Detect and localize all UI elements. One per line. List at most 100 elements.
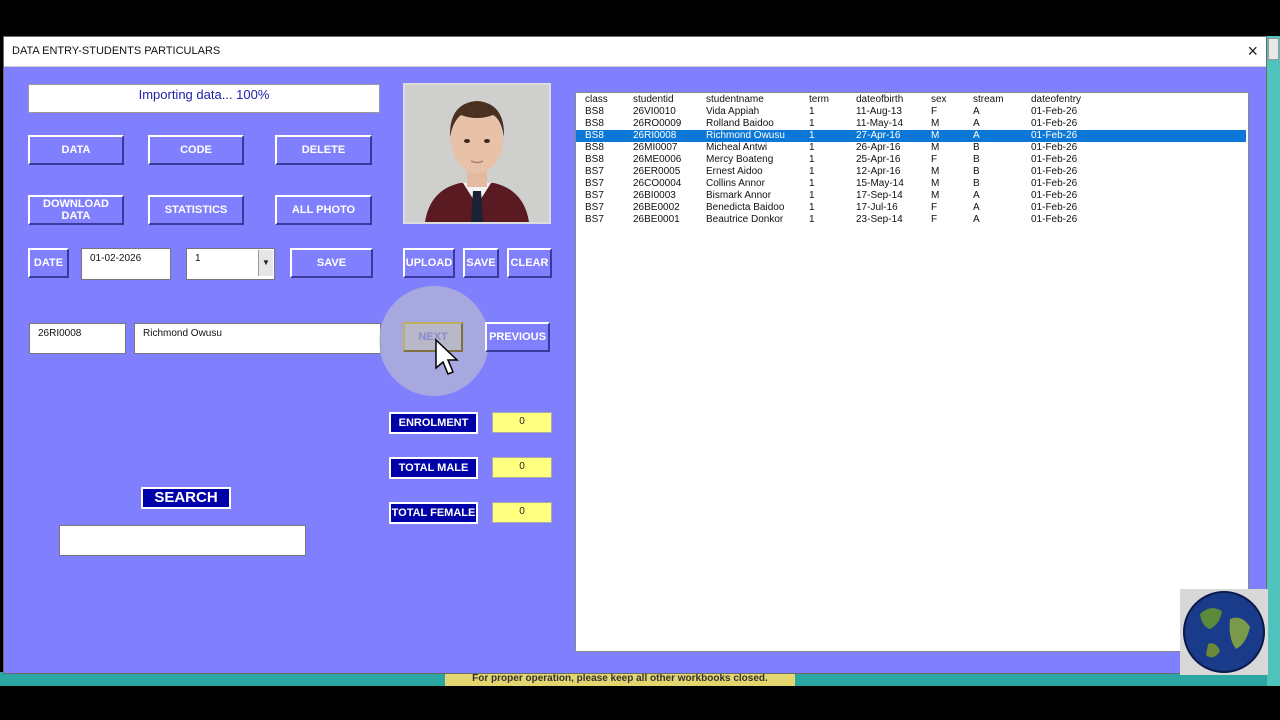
window-title: DATA ENTRY-STUDENTS PARTICULARS: [12, 45, 221, 57]
table-cell: 17-Sep-14: [856, 190, 903, 201]
table-cell: F: [931, 214, 938, 225]
students-listbox[interactable]: class studentid studentname term dateofb…: [575, 92, 1249, 652]
student-name-field[interactable]: Richmond Owusu: [134, 323, 381, 354]
table-row[interactable]: BS7 26BE0001 Beautrice Donkor 1 23-Sep-14 F A 0…: [576, 214, 1246, 226]
table-cell: 17-Jul-16: [856, 202, 898, 213]
table-row[interactable]: BS8 26VI0010 Vida Appiah 1 11-Aug-13 F A 01-Feb…: [576, 106, 1246, 118]
student-id-field[interactable]: 26RI0008: [29, 323, 126, 354]
portrait-image: [405, 85, 549, 222]
close-icon[interactable]: ×: [1247, 41, 1258, 61]
header-dateofentry: dateofentry: [1031, 94, 1082, 105]
table-cell: BS8: [585, 142, 604, 153]
table-cell: 01-Feb-26: [1031, 190, 1078, 201]
table-cell: Micheal Antwi: [706, 142, 768, 153]
table-cell: 1: [809, 178, 815, 189]
table-cell: 01-Feb-26: [1031, 166, 1078, 177]
chevron-down-icon[interactable]: ▼: [258, 250, 273, 276]
code-button[interactable]: CODE: [148, 135, 244, 165]
table-cell: Benedicta Baidoo: [706, 202, 785, 213]
header-dateofbirth: dateofbirth: [856, 94, 904, 105]
header-sex: sex: [931, 94, 947, 105]
table-cell: 01-Feb-26: [1031, 106, 1078, 117]
enrolment-label: ENROLMENT: [389, 412, 478, 434]
header-studentname: studentname: [706, 94, 764, 105]
previous-button[interactable]: PREVIOUS: [485, 322, 550, 352]
table-cell: Ernest Aidoo: [706, 166, 763, 177]
table-cell: 15-May-14: [856, 178, 904, 189]
table-cell: 01-Feb-26: [1031, 142, 1078, 153]
userform-window: DATA ENTRY-STUDENTS PARTICULARS × Import…: [3, 36, 1268, 675]
table-cell: 1: [809, 106, 815, 117]
worksheet-scrollbar[interactable]: [1267, 36, 1280, 686]
table-cell: BS8: [585, 118, 604, 129]
table-cell: Collins Annor: [706, 178, 765, 189]
table-row[interactable]: BS7 26CO0004 Collins Annor 1 15-May-14 M B 01-F…: [576, 178, 1246, 190]
table-cell: B: [973, 142, 980, 153]
save-button[interactable]: SAVE: [290, 248, 373, 278]
table-cell: 1: [809, 214, 815, 225]
term-value: 1: [195, 253, 201, 264]
table-cell: 26CO0004: [633, 178, 682, 189]
table-row[interactable]: BS8 26MI0007 Micheal Antwi 1 26-Apr-16 M B 01-F…: [576, 142, 1246, 154]
table-cell: 1: [809, 154, 815, 165]
title-bar: DATA ENTRY-STUDENTS PARTICULARS ×: [4, 37, 1266, 67]
table-cell: 23-Sep-14: [856, 214, 903, 225]
table-cell: F: [931, 202, 938, 213]
table-row[interactable]: BS7 26ER0005 Ernest Aidoo 1 12-Apr-16 M B 01-Fe…: [576, 166, 1246, 178]
upload-button[interactable]: UPLOAD: [403, 248, 455, 278]
table-cell: 26MI0007: [633, 142, 678, 153]
header-studentid: studentid: [633, 94, 674, 105]
table-cell: 26BE0001: [633, 214, 680, 225]
header-stream: stream: [973, 94, 1004, 105]
table-cell: B: [973, 178, 980, 189]
scroll-up-button[interactable]: [1268, 38, 1279, 60]
table-cell: 1: [809, 166, 815, 177]
table-cell: BS7: [585, 166, 604, 177]
table-cell: M: [931, 178, 940, 189]
all-photo-button[interactable]: ALL PHOTO: [275, 195, 372, 225]
progress-status: Importing data... 100%: [28, 84, 380, 113]
table-cell: 26VI0010: [633, 106, 676, 117]
table-cell: 12-Apr-16: [856, 166, 901, 177]
table-cell: 27-Apr-16: [856, 130, 901, 141]
table-cell: Mercy Boateng: [706, 154, 774, 165]
date-field[interactable]: 01-02-2026: [81, 248, 171, 280]
table-cell: Beautrice Donkor: [706, 214, 784, 225]
term-combo[interactable]: 1 ▼: [186, 248, 275, 280]
table-cell: BS7: [585, 214, 604, 225]
table-cell: A: [973, 118, 980, 129]
table-row[interactable]: BS8 26RI0008 Richmond Owusu 1 27-Apr-16 M A 01-…: [576, 130, 1246, 142]
table-row[interactable]: BS7 26BI0003 Bismark Annor 1 17-Sep-14 M A 01-F…: [576, 190, 1246, 202]
table-cell: Richmond Owusu: [706, 130, 785, 141]
statistics-button[interactable]: STATISTICS: [148, 195, 244, 225]
table-cell: BS7: [585, 178, 604, 189]
table-cell: BS7: [585, 202, 604, 213]
table-cell: M: [931, 142, 940, 153]
table-cell: 01-Feb-26: [1031, 178, 1078, 189]
table-cell: 26BE0002: [633, 202, 680, 213]
total-female-value: 0: [492, 502, 552, 523]
photo-save-button[interactable]: SAVE: [463, 248, 499, 278]
table-cell: A: [973, 106, 980, 117]
search-input[interactable]: [59, 525, 306, 556]
table-cell: B: [973, 166, 980, 177]
status-note: For proper operation, please keep all ot…: [445, 674, 795, 686]
clear-button[interactable]: CLEAR: [507, 248, 552, 278]
delete-button[interactable]: DELETE: [275, 135, 372, 165]
table-row[interactable]: BS7 26BE0002 Benedicta Baidoo 1 17-Jul-16 F A 0…: [576, 202, 1246, 214]
table-cell: A: [973, 202, 980, 213]
table-row[interactable]: BS8 26ME0006 Mercy Boateng 1 25-Apr-16 F B 01-F…: [576, 154, 1246, 166]
table-cell: 1: [809, 118, 815, 129]
table-cell: 01-Feb-26: [1031, 214, 1078, 225]
data-button[interactable]: DATA: [28, 135, 124, 165]
date-button[interactable]: DATE: [28, 248, 69, 278]
table-row[interactable]: BS8 26RO0009 Rolland Baidoo 1 11-May-14 M A 01-…: [576, 118, 1246, 130]
globe-icon: [1180, 589, 1268, 675]
mouse-cursor-icon: [435, 338, 459, 375]
table-cell: BS7: [585, 190, 604, 201]
download-data-button[interactable]: DOWNLOAD DATA: [28, 195, 124, 225]
table-cell: 1: [809, 202, 815, 213]
table-cell: BS8: [585, 154, 604, 165]
total-female-label: TOTAL FEMALE: [389, 502, 478, 524]
listbox-header: class studentid studentname term dateofb…: [576, 94, 1246, 106]
